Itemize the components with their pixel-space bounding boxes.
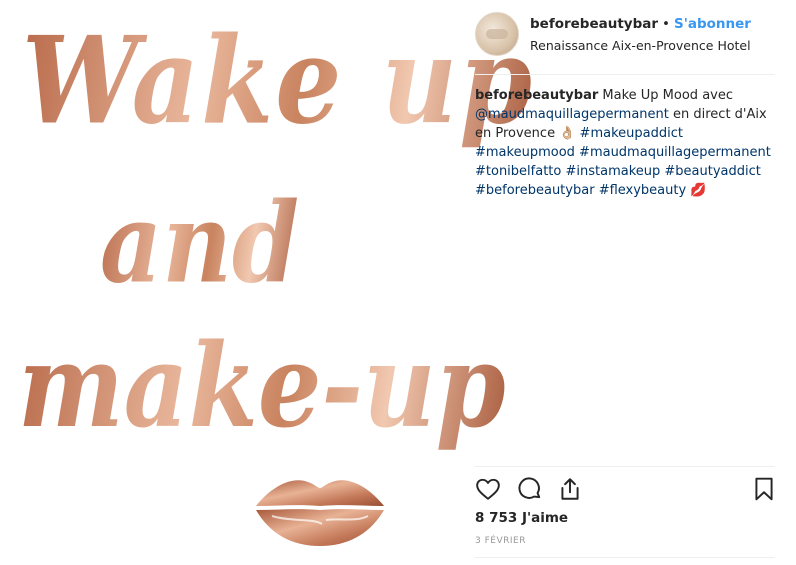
divider xyxy=(475,557,775,558)
mention-link[interactable]: @maudmaquillagepermanent xyxy=(475,107,669,122)
post-sidebar: beforebeautybar • S'abonner Renaissance Ai… xyxy=(470,0,796,565)
user-row: beforebeautybar • S'abonner xyxy=(530,16,751,32)
divider xyxy=(475,74,775,75)
hashtag-link[interactable]: #beautyaddict xyxy=(664,164,760,179)
comment-icon[interactable] xyxy=(517,476,543,502)
likes-count[interactable]: 8 753 J'aime xyxy=(475,510,568,526)
image-text-line-3: make-up xyxy=(18,318,506,454)
location-link[interactable]: Renaissance Aix-en-Provence Hotel xyxy=(530,38,751,53)
hashtag-link[interactable]: #makeupmood xyxy=(475,145,575,160)
caption-text-1: Make Up Mood avec xyxy=(602,88,733,103)
divider xyxy=(475,466,775,467)
lips-graphic xyxy=(256,480,384,546)
ok-hand-emoji: 👌🏼 xyxy=(559,126,576,141)
heart-icon[interactable] xyxy=(475,476,501,502)
hashtag-link[interactable]: #maudmaquillagepermanent xyxy=(579,145,771,160)
avatar[interactable] xyxy=(475,12,519,56)
hashtag-link[interactable]: #makeupaddict xyxy=(580,126,683,141)
hashtag-link[interactable]: #instamakeup xyxy=(566,164,661,179)
caption-username[interactable]: beforebeautybar xyxy=(475,88,598,103)
caption: beforebeautybar Make Up Mood avec @maudm… xyxy=(475,86,780,200)
hashtag-link[interactable]: #tonibelfatto xyxy=(475,164,561,179)
hashtag-link[interactable]: #beforebeautybar xyxy=(475,183,595,198)
post-header: beforebeautybar • S'abonner Renaissance Ai… xyxy=(475,12,775,66)
kiss-emoji: 💋 xyxy=(690,183,707,198)
action-bar xyxy=(475,476,775,504)
post-image[interactable]: Wake up and make-up xyxy=(0,0,532,565)
username-link[interactable]: beforebeautybar xyxy=(530,16,658,32)
post-date: 3 FÉVRIER xyxy=(475,536,526,546)
share-icon[interactable] xyxy=(557,476,583,502)
image-text-line-2: and xyxy=(100,178,300,308)
follow-button[interactable]: S'abonner xyxy=(674,16,751,32)
image-text-line-1: Wake up xyxy=(22,10,534,152)
separator-dot: • xyxy=(662,16,670,32)
bookmark-icon[interactable] xyxy=(751,476,777,502)
hashtag-link[interactable]: #flexybeauty xyxy=(599,183,686,198)
